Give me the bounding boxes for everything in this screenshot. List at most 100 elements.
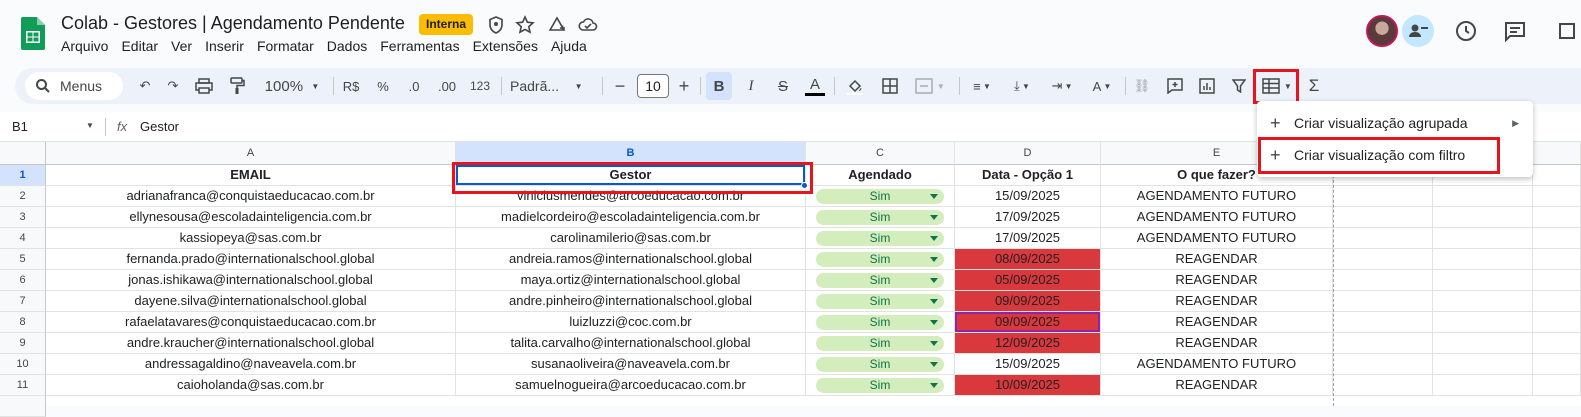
history-icon[interactable]: [1453, 18, 1479, 44]
cell-email[interactable]: kassiopeya@sas.com.br: [46, 228, 456, 249]
increase-decimal-button[interactable]: .00: [432, 68, 462, 104]
cell-agendado[interactable]: Agendado: [806, 165, 955, 186]
redo-icon[interactable]: ↷: [161, 68, 185, 104]
name-box-dropdown-icon[interactable]: ▼: [86, 121, 94, 130]
cell-agendado[interactable]: Sim: [806, 291, 955, 312]
empty-cell[interactable]: [1433, 207, 1533, 228]
cell-data[interactable]: 17/09/2025: [955, 207, 1101, 228]
percent-format-button[interactable]: %: [370, 68, 396, 104]
empty-cell[interactable]: [1533, 333, 1581, 354]
undo-icon[interactable]: ↶: [133, 68, 157, 104]
empty-cell[interactable]: [1533, 207, 1581, 228]
increase-font-size-button[interactable]: +: [675, 68, 693, 104]
cell-gestor[interactable]: andreia.ramos@internationalschool.global: [456, 249, 806, 270]
column-header-h[interactable]: [1533, 142, 1581, 165]
currency-format-button[interactable]: R$: [338, 68, 364, 104]
dropdown-chip[interactable]: Sim: [816, 231, 944, 246]
empty-cell[interactable]: [1433, 354, 1533, 375]
cell-email[interactable]: jonas.ishikawa@internationalschool.globa…: [46, 270, 456, 291]
decrease-decimal-button[interactable]: .0: [401, 68, 427, 104]
more-formats-button[interactable]: 123: [466, 68, 494, 104]
cell-gestor[interactable]: madielcordeiro@escoladainteligencia.com.…: [456, 207, 806, 228]
cell-data[interactable]: Data - Opção 1: [955, 165, 1101, 186]
dropdown-chip[interactable]: Sim: [816, 252, 944, 267]
text-rotation-icon[interactable]: A ▼: [1085, 68, 1119, 104]
dropdown-chip[interactable]: Sim: [816, 294, 944, 309]
cell-fazer[interactable]: AGENDAMENTO FUTURO: [1101, 186, 1333, 207]
menu-editar[interactable]: Editar: [121, 38, 158, 54]
menu-formatar[interactable]: Formatar: [257, 38, 314, 54]
cell-gestor[interactable]: susanaoliveira@naveavela.com.br: [456, 354, 806, 375]
empty-cell[interactable]: [1533, 186, 1581, 207]
column-header-c[interactable]: C: [806, 142, 955, 165]
row-header[interactable]: 7: [0, 291, 46, 312]
cell-agendado[interactable]: Sim: [806, 312, 955, 333]
strikethrough-icon[interactable]: S: [771, 68, 795, 104]
formula-input[interactable]: Gestor: [140, 119, 179, 134]
row-header[interactable]: 4: [0, 228, 46, 249]
cell-gestor[interactable]: luizluzzi@coc.com.br: [456, 312, 806, 333]
cell-gestor[interactable]: maya.ortiz@internationalschool.global: [456, 270, 806, 291]
cell-email[interactable]: rafaelatavares@conquistaeducacao.com.br: [46, 312, 456, 333]
dropdown-chip[interactable]: Sim: [816, 357, 944, 372]
row-header[interactable]: 6: [0, 270, 46, 291]
row-header[interactable]: 1: [0, 165, 46, 186]
cell-agendado[interactable]: Sim: [806, 354, 955, 375]
comments-icon[interactable]: [1502, 18, 1528, 44]
empty-cell[interactable]: [1533, 354, 1581, 375]
cell-agendado[interactable]: Sim: [806, 207, 955, 228]
text-color-button[interactable]: A: [803, 68, 827, 104]
empty-cell[interactable]: [1533, 291, 1581, 312]
print-icon[interactable]: [192, 68, 216, 104]
font-select[interactable]: Padrã... ▼: [510, 68, 595, 104]
share-people-avatar[interactable]: [1402, 15, 1434, 47]
empty-cell[interactable]: [1433, 333, 1533, 354]
cell-email[interactable]: andre.kraucher@internationalschool.globa…: [46, 333, 456, 354]
dropdown-chip[interactable]: Sim: [816, 273, 944, 288]
zoom-select[interactable]: 100% ▼: [257, 68, 327, 104]
empty-cell[interactable]: [1433, 312, 1533, 333]
row-header[interactable]: 11: [0, 375, 46, 396]
empty-cell[interactable]: [1333, 333, 1433, 354]
cell-email[interactable]: adrianafranca@conquistaeducacao.com.br: [46, 186, 456, 207]
cell-data[interactable]: 09/09/2025: [955, 312, 1101, 333]
empty-cell[interactable]: [1333, 207, 1433, 228]
empty-cell[interactable]: [1533, 228, 1581, 249]
cell-email[interactable]: ellynesousa@escoladainteligencia.com.br: [46, 207, 456, 228]
empty-cell[interactable]: [1333, 354, 1433, 375]
merge-cells-icon[interactable]: ▼: [910, 68, 950, 104]
row-header[interactable]: 9: [0, 333, 46, 354]
cell-data[interactable]: 17/09/2025: [955, 228, 1101, 249]
fill-color-icon[interactable]: [842, 68, 868, 104]
row-header[interactable]: 8: [0, 312, 46, 333]
empty-cell[interactable]: [1333, 186, 1433, 207]
empty-cell[interactable]: [1433, 270, 1533, 291]
empty-cell[interactable]: [1333, 270, 1433, 291]
cell-email[interactable]: dayene.silva@internationalschool.global: [46, 291, 456, 312]
insert-comment-icon[interactable]: [1163, 68, 1187, 104]
cell-fazer[interactable]: REAGENDAR: [1101, 333, 1333, 354]
cell-email[interactable]: andressagaldino@naveavela.com.br: [46, 354, 456, 375]
empty-cell[interactable]: [1433, 186, 1533, 207]
cell-gestor[interactable]: carolinamilerio@sas.com.br: [456, 228, 806, 249]
empty-cell[interactable]: [1333, 312, 1433, 333]
cell-data[interactable]: 05/09/2025: [955, 270, 1101, 291]
cell-gestor[interactable]: talita.carvalho@internationalschool.glob…: [456, 333, 806, 354]
menu-item-create-grouped-view[interactable]: + Criar visualização agrupada ▶: [1257, 108, 1533, 138]
cell-data[interactable]: 10/09/2025: [955, 375, 1101, 396]
dropdown-chip[interactable]: Sim: [816, 378, 944, 393]
empty-cell[interactable]: [1333, 228, 1433, 249]
menu-ver[interactable]: Ver: [171, 38, 192, 54]
cell-email[interactable]: fernanda.prado@internationalschool.globa…: [46, 249, 456, 270]
insert-chart-icon[interactable]: [1195, 68, 1219, 104]
classification-badge[interactable]: Interna: [419, 14, 474, 35]
row-header[interactable]: [0, 396, 46, 417]
empty-cell[interactable]: [1433, 228, 1533, 249]
text-wrap-icon[interactable]: ⇥ ▼: [1045, 68, 1079, 104]
move-icon[interactable]: [546, 14, 568, 36]
empty-cell[interactable]: [1533, 375, 1581, 396]
empty-cell[interactable]: [1533, 270, 1581, 291]
menu-dados[interactable]: Dados: [327, 38, 367, 54]
dropdown-chip[interactable]: Sim: [816, 189, 944, 204]
empty-cell[interactable]: [1533, 249, 1581, 270]
